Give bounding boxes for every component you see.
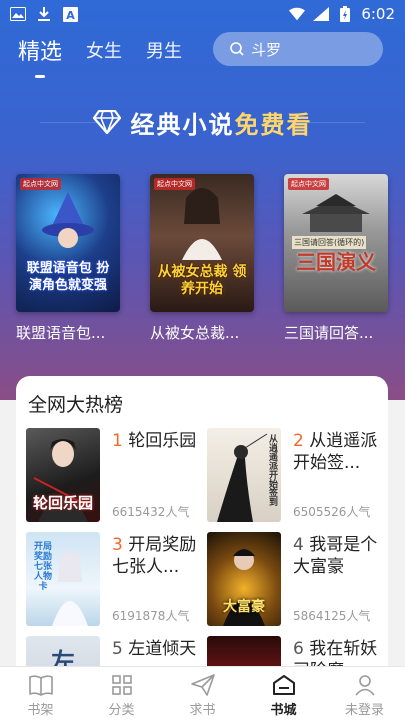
battery-icon bbox=[337, 6, 353, 22]
rank-number: 2 bbox=[293, 431, 304, 451]
ranking-popularity: 6505526人气 bbox=[293, 505, 371, 519]
signal-icon bbox=[313, 6, 330, 22]
publisher-badge: 起点中文网 bbox=[20, 178, 61, 190]
ranking-item-title: 3 开局奖励七张人... bbox=[112, 534, 198, 578]
nav-bookshelf[interactable]: 书架 bbox=[0, 667, 81, 720]
ranking-title: 全网大热榜 bbox=[28, 394, 124, 416]
cover-title: 从被女总裁 领养开始 bbox=[157, 264, 247, 297]
font-a-icon: A bbox=[62, 6, 78, 22]
woman-illustration bbox=[182, 188, 222, 260]
bottom-nav: 书架 分类 求书 书城 未登录 bbox=[0, 666, 405, 720]
grid-icon bbox=[111, 675, 132, 695]
search-icon bbox=[230, 42, 244, 56]
witch-hat-illustration bbox=[42, 192, 94, 248]
ranking-item-title: 2 从逍遥派开始签... bbox=[293, 430, 379, 474]
top-nav: 精选 女生 男生 斗罗 bbox=[0, 30, 405, 78]
nav-label: 书城 bbox=[270, 703, 297, 718]
featured-title: 联盟语音包... bbox=[16, 324, 106, 342]
featured-title: 三国请回答... bbox=[284, 324, 374, 342]
ranking-item[interactable]: 开局奖励七张人物卡 3 开局奖励七张人... 6191878人气 bbox=[16, 532, 196, 628]
tab-featured[interactable]: 精选 bbox=[18, 34, 62, 78]
rank-book-title: 开局奖励七张人... bbox=[112, 535, 197, 577]
rank-book-title: 我哥是个大富豪 bbox=[293, 535, 378, 577]
featured-book[interactable]: 起点中文网 三国请回答(循环的) 三国演义 三国请回答... bbox=[284, 174, 388, 343]
book-cover: 大富豪 bbox=[207, 532, 281, 626]
publisher-badge: 起点中文网 bbox=[288, 178, 329, 190]
cover-title: 三国演义 bbox=[296, 250, 376, 274]
ranking-card: 全网大热榜 轮回乐园 1 轮回乐园 6615432人气 从逍遥派开始签到 2 从… bbox=[16, 376, 388, 676]
nav-label: 未登录 bbox=[344, 703, 384, 718]
svg-text:A: A bbox=[66, 9, 75, 22]
promo-text-white: 经典小说 bbox=[130, 110, 235, 139]
nav-label: 求书 bbox=[189, 703, 216, 718]
ranking-item[interactable]: 大富豪 4 我哥是个大富豪 5864125人气 bbox=[197, 532, 377, 628]
ranking-popularity: 5864125人气 bbox=[293, 609, 371, 623]
book-cover: 起点中文网 从被女总裁 领养开始 bbox=[150, 174, 254, 312]
status-time: 6:02 bbox=[361, 5, 395, 23]
featured-book[interactable]: 起点中文网 从被女总裁 领养开始 从被女总裁... bbox=[150, 174, 254, 343]
cover-banner: 三国请回答(循环的) bbox=[292, 236, 367, 249]
search-input[interactable]: 斗罗 bbox=[213, 32, 383, 66]
nav-request[interactable]: 求书 bbox=[162, 667, 243, 720]
featured-books: 起点中文网 联盟语音包 扮演角色就变强 联盟语音包... 起点中文网 从被女总裁… bbox=[16, 174, 396, 344]
nav-store[interactable]: 书城 bbox=[243, 667, 324, 720]
ranking-info: 3 开局奖励七张人... 6191878人气 bbox=[112, 534, 198, 626]
download-icon bbox=[36, 6, 52, 22]
featured-book[interactable]: 起点中文网 联盟语音包 扮演角色就变强 联盟语音包... bbox=[16, 174, 120, 343]
status-bar: A 6:02 bbox=[0, 0, 405, 28]
featured-title: 从被女总裁... bbox=[150, 324, 240, 342]
cover-title: 联盟语音包 扮演角色就变强 bbox=[26, 261, 110, 293]
search-placeholder: 斗罗 bbox=[251, 40, 282, 59]
rank-book-title: 从逍遥派开始签... bbox=[293, 431, 378, 473]
book-cover: 起点中文网 联盟语音包 扮演角色就变强 bbox=[16, 174, 120, 312]
book-cover: 轮回乐园 bbox=[26, 428, 100, 522]
cover-title: 轮回乐园 bbox=[32, 494, 93, 512]
promo-divider-left bbox=[40, 122, 100, 123]
tab-male[interactable]: 男生 bbox=[146, 37, 182, 63]
nav-category[interactable]: 分类 bbox=[81, 667, 162, 720]
rank-number: 1 bbox=[112, 431, 123, 451]
ranking-item-title: 1 轮回乐园 bbox=[112, 430, 198, 474]
rank-number: 4 bbox=[293, 535, 304, 555]
cover-title: 大富豪 bbox=[223, 599, 265, 615]
wifi-icon bbox=[289, 6, 306, 22]
cover-title: 开局奖励七张人物卡 bbox=[33, 542, 52, 592]
ranking-info: 2 从逍遥派开始签... 6505526人气 bbox=[293, 430, 379, 522]
promo-banner[interactable]: 经典小说免费看 bbox=[0, 100, 405, 144]
ranking-item[interactable]: 从逍遥派开始签到 2 从逍遥派开始签... 6505526人气 bbox=[197, 428, 377, 524]
cover-title: 从逍遥派开始签到 bbox=[267, 434, 277, 506]
ranking-item[interactable]: 轮回乐园 1 轮回乐园 6615432人气 bbox=[16, 428, 196, 524]
rank-book-title: 左道倾天 bbox=[128, 639, 197, 659]
ranking-popularity: 6191878人气 bbox=[112, 609, 190, 623]
ranking-info: 4 我哥是个大富豪 5864125人气 bbox=[293, 534, 379, 626]
book-cover: 起点中文网 三国请回答(循环的) 三国演义 bbox=[284, 174, 388, 312]
store-icon bbox=[272, 675, 295, 695]
user-icon bbox=[354, 675, 375, 696]
book-cover: 开局奖励七张人物卡 bbox=[26, 532, 100, 626]
rank-number: 5 bbox=[112, 639, 123, 659]
image-icon bbox=[10, 6, 26, 22]
book-icon bbox=[28, 675, 53, 696]
nav-label: 分类 bbox=[108, 703, 135, 718]
rank-number: 6 bbox=[293, 639, 304, 659]
promo-divider-right bbox=[305, 122, 365, 123]
ranking-info: 1 轮回乐园 6615432人气 bbox=[112, 430, 198, 522]
rank-number: 3 bbox=[112, 535, 123, 555]
tab-female[interactable]: 女生 bbox=[86, 37, 122, 63]
book-cover: 从逍遥派开始签到 bbox=[207, 428, 281, 522]
ranking-popularity: 6615432人气 bbox=[112, 505, 190, 519]
ranking-item-title: 4 我哥是个大富豪 bbox=[293, 534, 379, 578]
nav-profile[interactable]: 未登录 bbox=[324, 667, 405, 720]
nav-label: 书架 bbox=[27, 703, 54, 718]
rank-book-title: 轮回乐园 bbox=[128, 431, 197, 451]
palace-illustration bbox=[302, 194, 370, 232]
promo-text-gold: 免费看 bbox=[234, 110, 313, 139]
send-icon bbox=[190, 674, 215, 696]
